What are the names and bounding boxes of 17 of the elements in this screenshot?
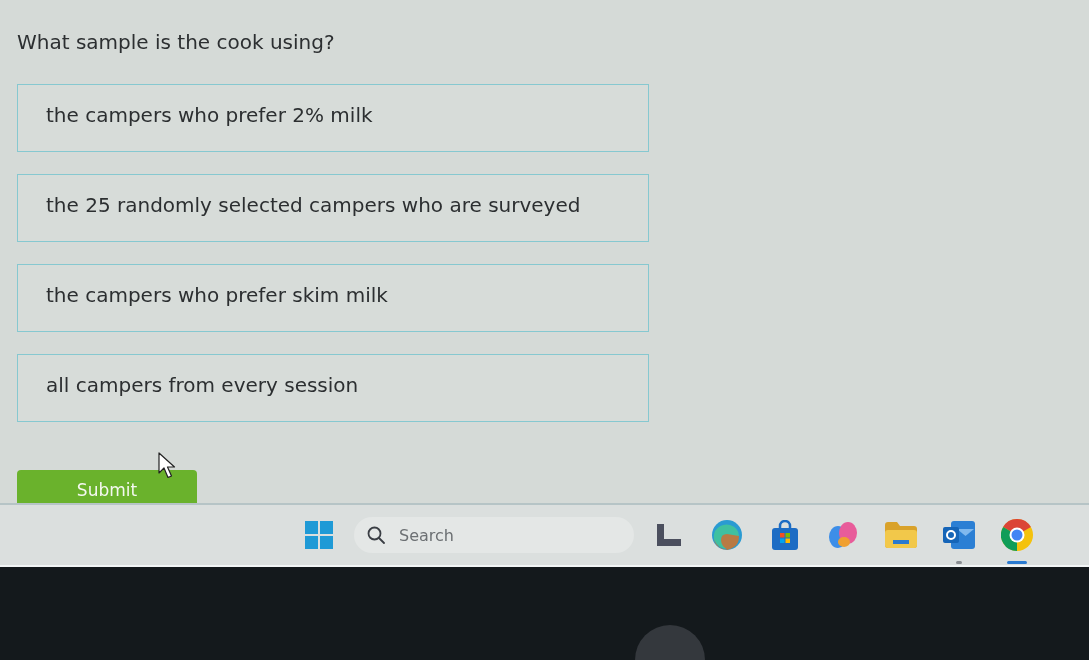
pointer-icon <box>158 452 176 479</box>
answer-choice[interactable]: the campers who prefer skim milk <box>17 264 649 332</box>
answer-choice[interactable]: all campers from every session <box>17 354 649 422</box>
tricolor-circle-icon[interactable] <box>1001 519 1033 551</box>
swirl-icon[interactable] <box>712 520 742 550</box>
answer-choice[interactable]: the campers who prefer 2% milk <box>17 84 649 152</box>
petals-icon[interactable] <box>828 521 858 549</box>
answer-choice[interactable]: the 25 randomly selected campers who are surveyed <box>17 174 649 242</box>
search-icon <box>367 526 385 544</box>
shopping-bag-icon[interactable] <box>771 520 799 550</box>
four-panes-icon[interactable] <box>305 521 333 549</box>
mail-icon[interactable] <box>943 521 975 549</box>
search-field[interactable]: Search <box>354 517 634 553</box>
folder-icon[interactable] <box>885 522 917 548</box>
question-text: What sample is the cook using? <box>17 30 335 54</box>
corner-shape-icon[interactable] <box>657 524 681 546</box>
round-emblem-icon <box>635 624 705 660</box>
